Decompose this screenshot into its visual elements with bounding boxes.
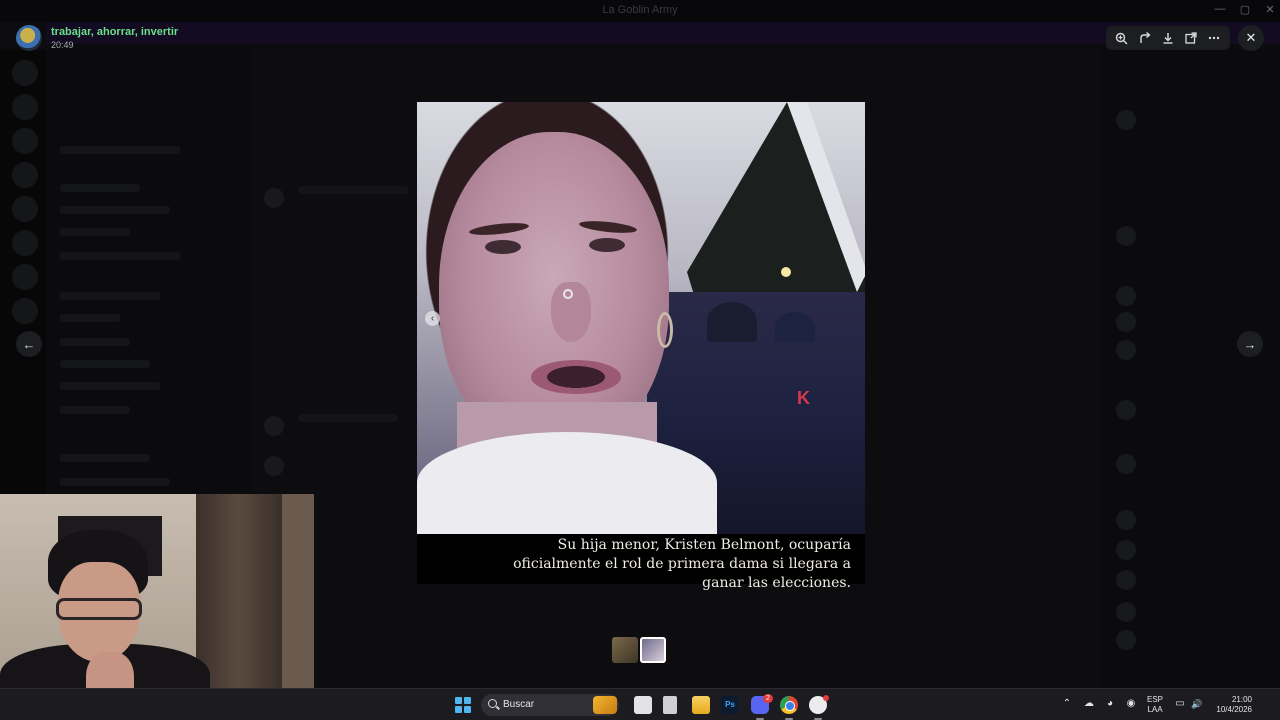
network-icon[interactable]: ▭ [1174,698,1186,710]
shirt [417,432,717,534]
file-explorer-icon[interactable] [692,696,710,714]
discord-notification-badge: 2 [763,694,773,703]
minimize-icon[interactable]: — [1206,3,1234,19]
media-thumbnail[interactable] [612,637,638,663]
video-caption-box: Su hija menor, Kristen Belmont, ocuparía… [417,534,865,591]
next-media-button[interactable]: → [1237,331,1263,357]
task-view-icon[interactable] [634,696,652,714]
language-code: ESP [1147,695,1164,704]
more-icon[interactable] [1204,28,1224,48]
taskbar-search[interactable]: Buscar [481,694,619,716]
media-prev-control[interactable]: ‹ [425,311,440,326]
window-close-icon[interactable]: ✕ [1256,3,1280,19]
viewer-header: trabajar, ahorrar, invertir 20:49 [0,22,600,54]
previous-media-button[interactable]: ← [16,331,42,357]
avatar[interactable] [16,25,42,51]
keyboard-layout: LAA [1147,705,1163,714]
shield-icon[interactable]: ◉ [1125,698,1137,710]
download-icon[interactable] [1158,28,1178,48]
search-placeholder: Buscar [503,699,535,710]
clock[interactable]: 21:00 10/4/2026 [1210,695,1252,715]
member-list [1102,50,1280,688]
forward-icon[interactable] [1135,28,1155,48]
zoom-icon[interactable] [1112,28,1132,48]
window-title: La Goblin Army [602,4,678,16]
language-indicator[interactable]: ESP LAA [1147,695,1163,715]
video-caption: Su hija menor, Kristen Belmont, ocuparía… [513,537,851,591]
screen: La Goblin Army — ▢ ✕ trabajar, ahorrar, … [0,0,1280,720]
printer-app-icon[interactable] [663,696,677,714]
zoom-cursor-icon [563,289,573,299]
windows-start-icon[interactable] [455,697,471,713]
media-thumbnail-selected[interactable] [640,637,666,663]
server-rail [0,50,46,510]
viewer-toolbar [1106,26,1230,50]
chrome-icon[interactable] [780,696,798,720]
cloud-icon[interactable]: ☁ [1083,698,1095,710]
search-icon [488,699,497,708]
chevron-up-icon[interactable]: ⌃ [1061,698,1073,710]
taskbar: Buscar Ps 2 ⌃ ☁ ◕ ◉ 🎙 ESP LAA ▭ 🔊 21:00 … [0,688,1280,720]
search-highlight-icon [593,696,617,714]
arrow-right-icon: → [1243,336,1257,352]
media-thumbnails [612,637,666,663]
volume-icon[interactable]: 🔊 [1191,698,1203,710]
clock-date: 10/4/2026 [1216,705,1252,714]
photoshop-icon[interactable]: Ps [721,696,739,714]
chevron-left-icon: ‹ [430,313,435,324]
maximize-icon[interactable]: ▢ [1231,3,1259,19]
open-external-icon[interactable] [1181,28,1201,48]
arrow-left-icon: ← [22,336,36,352]
clock-time: 21:00 [1231,695,1252,704]
viewer-close-button[interactable]: ✕ [1238,25,1264,51]
viewer-channel-name[interactable]: trabajar, ahorrar, invertir [51,26,178,38]
recording-indicator [823,695,829,701]
viewer-timestamp: 20:49 [51,40,74,50]
edge-icon[interactable]: ◕ [1104,698,1116,710]
close-icon: ✕ [1245,30,1257,45]
webcam-overlay [0,494,314,720]
earring [657,312,673,348]
media-video[interactable]: K [417,102,865,534]
channel-sidebar [46,50,250,500]
window-titlebar: La Goblin Army — ▢ ✕ [0,0,1280,22]
